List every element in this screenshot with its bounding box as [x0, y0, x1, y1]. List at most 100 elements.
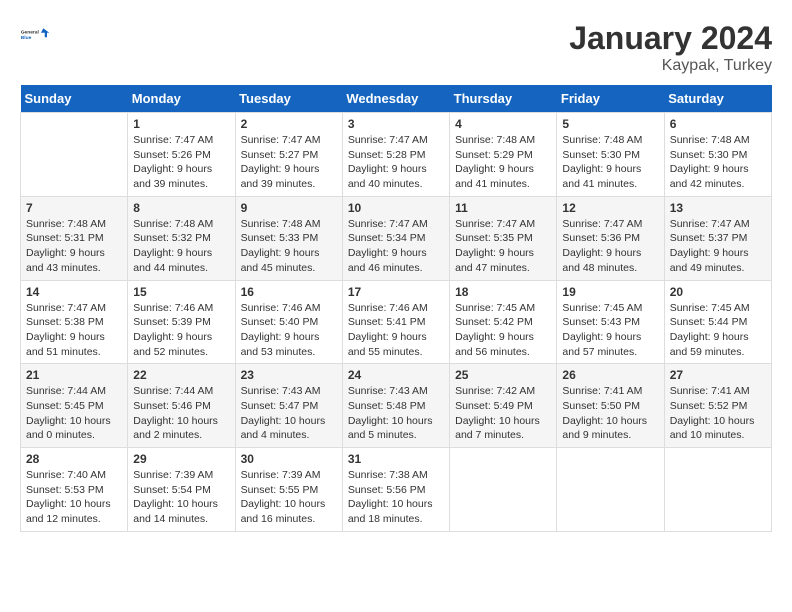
calendar-cell: 17 Sunrise: 7:46 AMSunset: 5:41 PMDayligh…: [342, 280, 449, 364]
day-number: 4: [455, 117, 551, 131]
calendar-cell: 28Sunrise: 7:40 AMSunset: 5:53 PMDayligh…: [21, 448, 128, 532]
day-number: 5: [562, 117, 658, 131]
day-info: Sunrise: 7:45 AMSunset: 5:44 PMDaylight:…: [670, 301, 766, 360]
calendar-cell: [557, 448, 664, 532]
day-info: Sunrise: 7:42 AMSunset: 5:49 PMDaylight:…: [455, 384, 551, 443]
day-number: 1: [133, 117, 229, 131]
title-block: January 2024 Kaypak, Turkey: [569, 20, 772, 75]
day-info: Sunrise: 7:44 AMSunset: 5:45 PMDaylight:…: [26, 384, 122, 443]
calendar-cell: 9 Sunrise: 7:48 AMSunset: 5:33 PMDaylight…: [235, 196, 342, 280]
logo-icon: GeneralBlue: [20, 20, 50, 50]
day-info: Sunrise: 7:47 AMSunset: 5:37 PMDaylight:…: [670, 217, 766, 276]
day-number: 3: [348, 117, 444, 131]
day-number: 8: [133, 201, 229, 215]
day-number: 12: [562, 201, 658, 215]
day-info: Sunrise: 7:46 AMSunset: 5:40 PMDaylight:…: [241, 301, 337, 360]
day-info: Sunrise: 7:48 AMSunset: 5:31 PMDaylight:…: [26, 217, 122, 276]
calendar-cell: 4 Sunrise: 7:48 AMSunset: 5:29 PMDaylight…: [450, 113, 557, 197]
calendar-cell: 19 Sunrise: 7:45 AMSunset: 5:43 PMDayligh…: [557, 280, 664, 364]
day-number: 9: [241, 201, 337, 215]
weekday-header-saturday: Saturday: [664, 85, 771, 113]
day-number: 14: [26, 285, 122, 299]
day-info: Sunrise: 7:48 AMSunset: 5:33 PMDaylight:…: [241, 217, 337, 276]
day-info: Sunrise: 7:47 AMSunset: 5:27 PMDaylight:…: [241, 133, 337, 192]
calendar-cell: 27 Sunrise: 7:41 AMSunset: 5:52 PMDayligh…: [664, 364, 771, 448]
day-info: Sunrise: 7:47 AMSunset: 5:26 PMDaylight:…: [133, 133, 229, 192]
calendar-cell: 16 Sunrise: 7:46 AMSunset: 5:40 PMDayligh…: [235, 280, 342, 364]
day-number: 20: [670, 285, 766, 299]
day-info: Sunrise: 7:38 AMSunset: 5:56 PMDaylight:…: [348, 468, 444, 527]
calendar-cell: 3Sunrise: 7:47 AMSunset: 5:28 PMDaylight…: [342, 113, 449, 197]
calendar-cell: 24Sunrise: 7:43 AMSunset: 5:48 PMDayligh…: [342, 364, 449, 448]
page-header: GeneralBlue January 2024 Kaypak, Turkey: [20, 20, 772, 75]
day-info: Sunrise: 7:43 AMSunset: 5:47 PMDaylight:…: [241, 384, 337, 443]
day-number: 28: [26, 452, 122, 466]
calendar-week-row: 1 Sunrise: 7:47 AMSunset: 5:26 PMDaylight…: [21, 113, 772, 197]
day-number: 19: [562, 285, 658, 299]
day-info: Sunrise: 7:45 AMSunset: 5:42 PMDaylight:…: [455, 301, 551, 360]
day-info: Sunrise: 7:39 AMSunset: 5:54 PMDaylight:…: [133, 468, 229, 527]
calendar-cell: 13Sunrise: 7:47 AMSunset: 5:37 PMDayligh…: [664, 196, 771, 280]
day-number: 16: [241, 285, 337, 299]
calendar-cell: [450, 448, 557, 532]
weekday-header-sunday: Sunday: [21, 85, 128, 113]
day-info: Sunrise: 7:47 AMSunset: 5:36 PMDaylight:…: [562, 217, 658, 276]
calendar-cell: 14 Sunrise: 7:47 AMSunset: 5:38 PMDayligh…: [21, 280, 128, 364]
day-info: Sunrise: 7:44 AMSunset: 5:46 PMDaylight:…: [133, 384, 229, 443]
calendar-cell: 6 Sunrise: 7:48 AMSunset: 5:30 PMDaylight…: [664, 113, 771, 197]
day-number: 21: [26, 368, 122, 382]
svg-text:General: General: [21, 30, 39, 36]
day-number: 26: [562, 368, 658, 382]
calendar-cell: 11 Sunrise: 7:47 AMSunset: 5:35 PMDayligh…: [450, 196, 557, 280]
day-number: 18: [455, 285, 551, 299]
calendar-week-row: 28Sunrise: 7:40 AMSunset: 5:53 PMDayligh…: [21, 448, 772, 532]
day-number: 2: [241, 117, 337, 131]
day-number: 25: [455, 368, 551, 382]
calendar-cell: 22Sunrise: 7:44 AMSunset: 5:46 PMDayligh…: [128, 364, 235, 448]
weekday-header-friday: Friday: [557, 85, 664, 113]
weekday-header-monday: Monday: [128, 85, 235, 113]
svg-text:Blue: Blue: [21, 35, 32, 41]
calendar-table: SundayMondayTuesdayWednesdayThursdayFrid…: [20, 85, 772, 532]
calendar-cell: 2 Sunrise: 7:47 AMSunset: 5:27 PMDaylight…: [235, 113, 342, 197]
day-number: 7: [26, 201, 122, 215]
calendar-cell: 29 Sunrise: 7:39 AMSunset: 5:54 PMDayligh…: [128, 448, 235, 532]
day-info: Sunrise: 7:41 AMSunset: 5:52 PMDaylight:…: [670, 384, 766, 443]
calendar-cell: 25 Sunrise: 7:42 AMSunset: 5:49 PMDayligh…: [450, 364, 557, 448]
calendar-week-row: 14 Sunrise: 7:47 AMSunset: 5:38 PMDayligh…: [21, 280, 772, 364]
calendar-cell: [21, 113, 128, 197]
weekday-header-thursday: Thursday: [450, 85, 557, 113]
calendar-cell: 5Sunrise: 7:48 AMSunset: 5:30 PMDaylight…: [557, 113, 664, 197]
calendar-cell: 15 Sunrise: 7:46 AMSunset: 5:39 PMDayligh…: [128, 280, 235, 364]
calendar-week-row: 21 Sunrise: 7:44 AMSunset: 5:45 PMDayligh…: [21, 364, 772, 448]
calendar-cell: 10 Sunrise: 7:47 AMSunset: 5:34 PMDayligh…: [342, 196, 449, 280]
calendar-cell: 7 Sunrise: 7:48 AMSunset: 5:31 PMDaylight…: [21, 196, 128, 280]
day-info: Sunrise: 7:47 AMSunset: 5:35 PMDaylight:…: [455, 217, 551, 276]
calendar-cell: 18 Sunrise: 7:45 AMSunset: 5:42 PMDayligh…: [450, 280, 557, 364]
day-info: Sunrise: 7:47 AMSunset: 5:34 PMDaylight:…: [348, 217, 444, 276]
weekday-header-row: SundayMondayTuesdayWednesdayThursdayFrid…: [21, 85, 772, 113]
logo: GeneralBlue: [20, 20, 50, 50]
day-info: Sunrise: 7:45 AMSunset: 5:43 PMDaylight:…: [562, 301, 658, 360]
calendar-cell: 30 Sunrise: 7:39 AMSunset: 5:55 PMDayligh…: [235, 448, 342, 532]
weekday-header-tuesday: Tuesday: [235, 85, 342, 113]
day-info: Sunrise: 7:48 AMSunset: 5:29 PMDaylight:…: [455, 133, 551, 192]
day-info: Sunrise: 7:39 AMSunset: 5:55 PMDaylight:…: [241, 468, 337, 527]
day-info: Sunrise: 7:46 AMSunset: 5:39 PMDaylight:…: [133, 301, 229, 360]
day-number: 15: [133, 285, 229, 299]
day-number: 24: [348, 368, 444, 382]
day-number: 17: [348, 285, 444, 299]
calendar-cell: 8 Sunrise: 7:48 AMSunset: 5:32 PMDaylight…: [128, 196, 235, 280]
day-number: 10: [348, 201, 444, 215]
day-info: Sunrise: 7:47 AMSunset: 5:38 PMDaylight:…: [26, 301, 122, 360]
location-subtitle: Kaypak, Turkey: [569, 57, 772, 75]
day-info: Sunrise: 7:46 AMSunset: 5:41 PMDaylight:…: [348, 301, 444, 360]
day-info: Sunrise: 7:48 AMSunset: 5:32 PMDaylight:…: [133, 217, 229, 276]
day-info: Sunrise: 7:48 AMSunset: 5:30 PMDaylight:…: [670, 133, 766, 192]
day-number: 30: [241, 452, 337, 466]
day-number: 27: [670, 368, 766, 382]
day-number: 11: [455, 201, 551, 215]
day-number: 29: [133, 452, 229, 466]
day-number: 6: [670, 117, 766, 131]
calendar-cell: 26Sunrise: 7:41 AMSunset: 5:50 PMDayligh…: [557, 364, 664, 448]
